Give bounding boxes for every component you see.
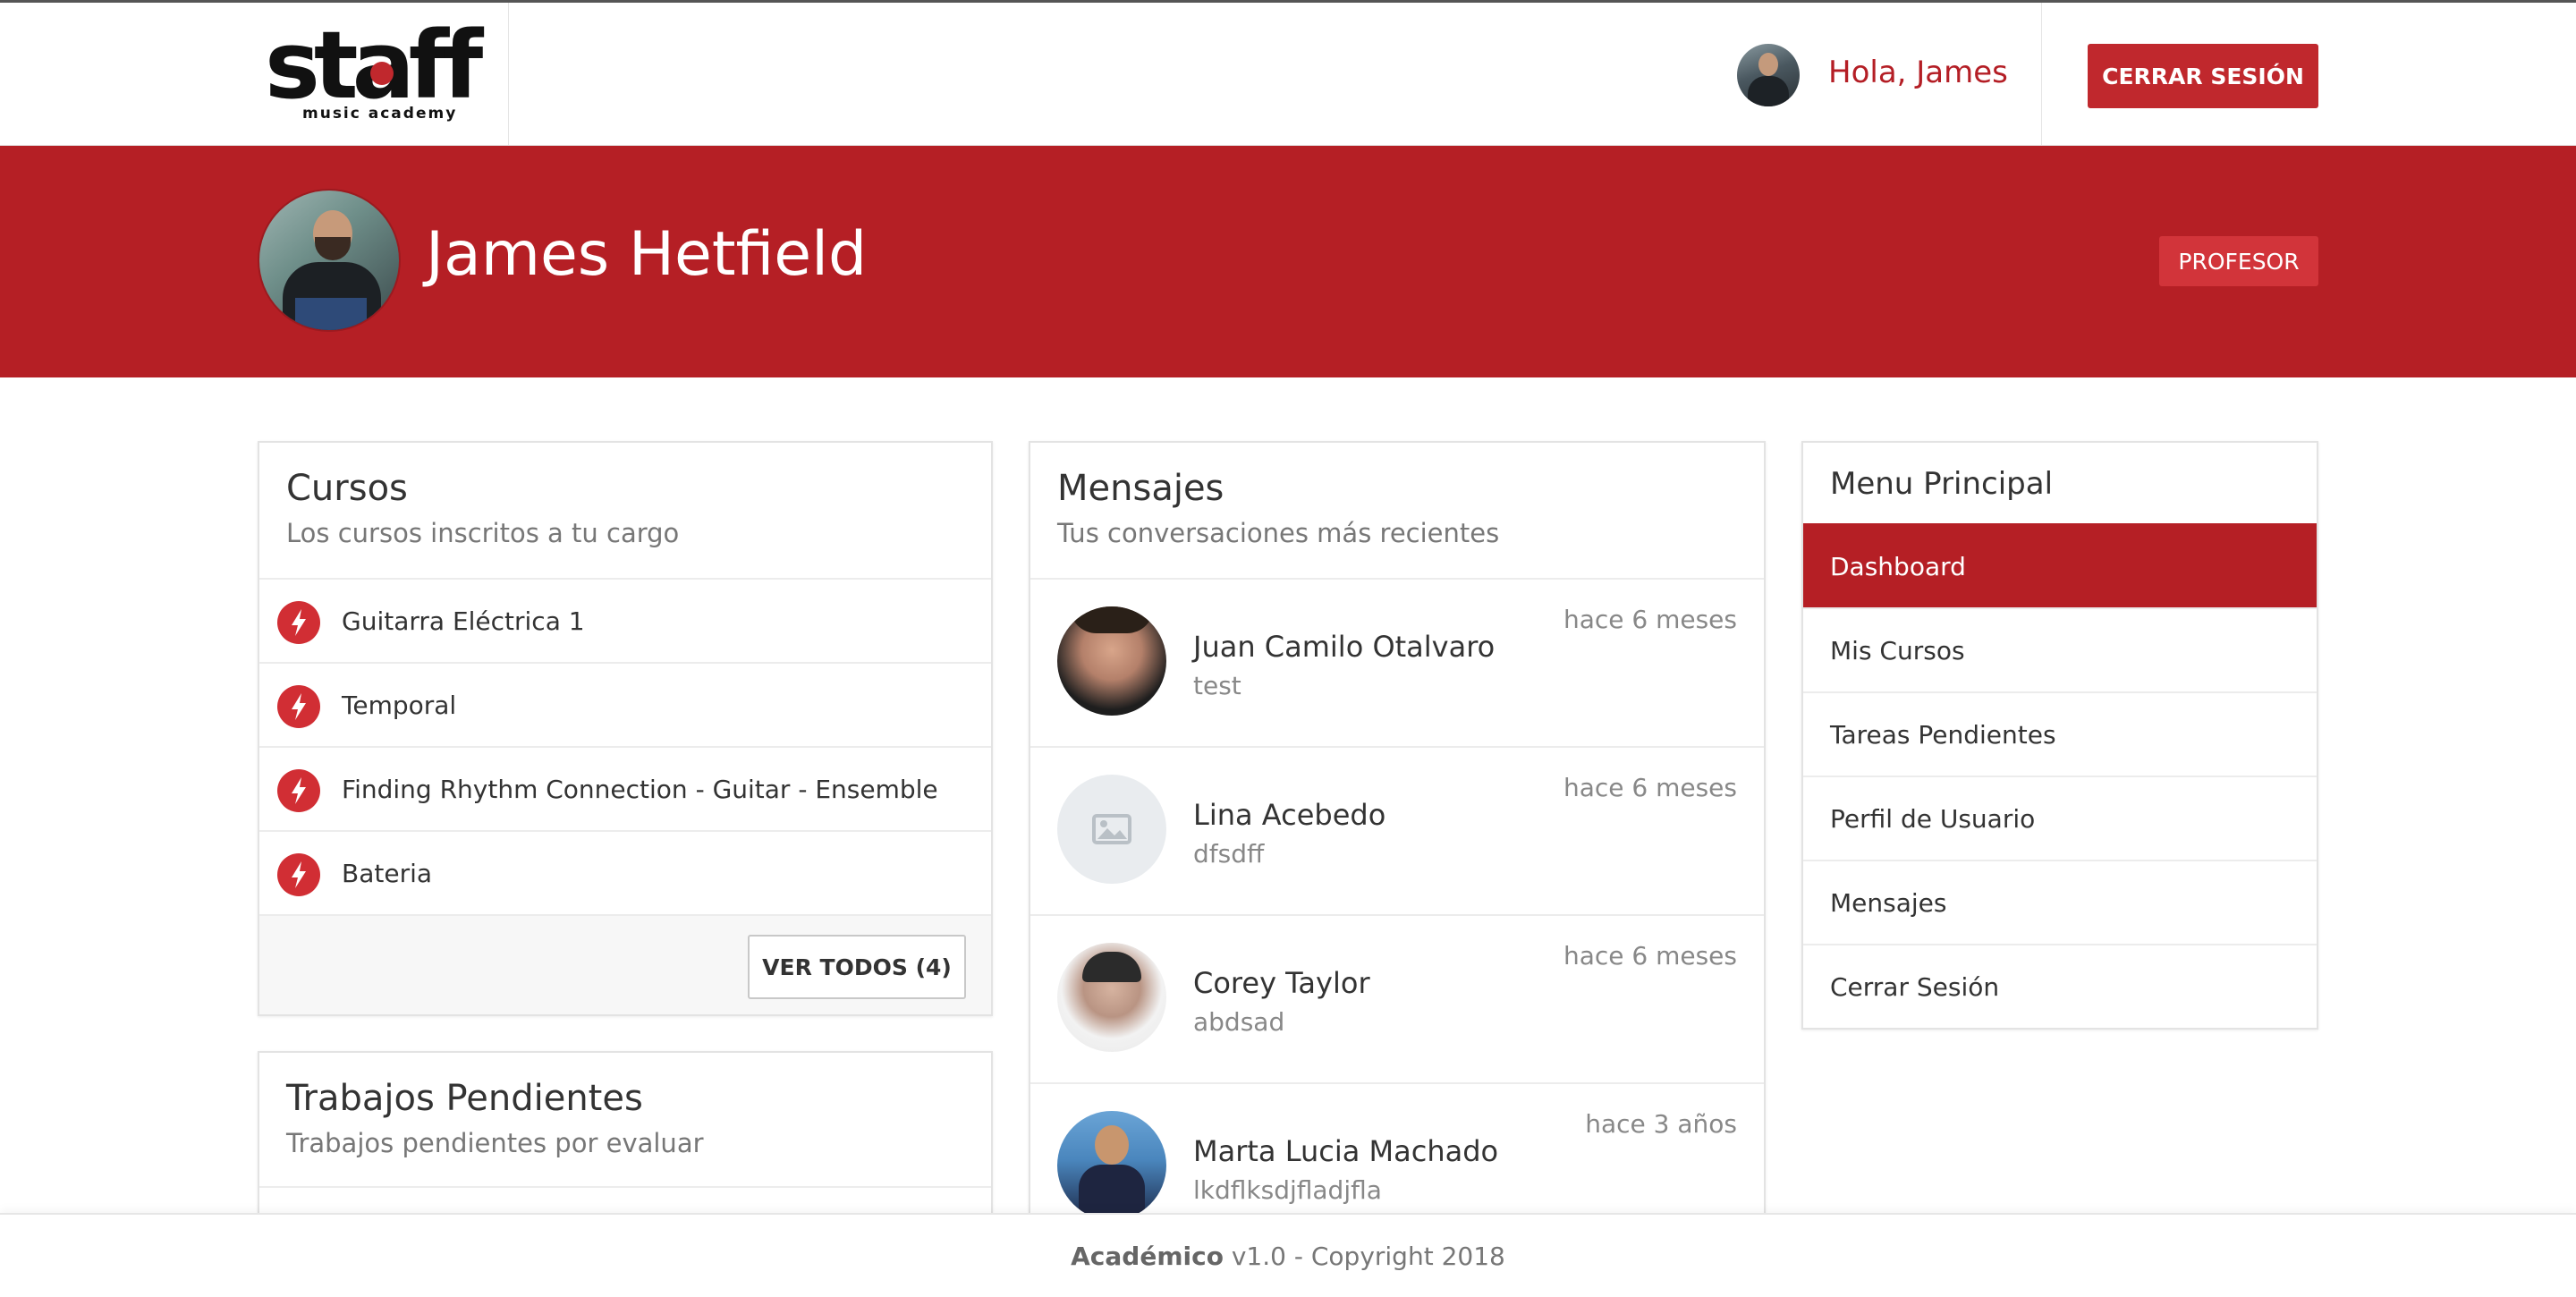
navbar-divider [508, 3, 509, 148]
message-time: hace 6 meses [1563, 773, 1737, 802]
bolt-icon [277, 685, 320, 728]
logo-subtext: music academy [302, 105, 458, 123]
profile-name: James Hetfield [426, 219, 868, 290]
message-time: hace 3 años [1585, 1109, 1737, 1139]
page-footer: Académico v1.0 - Copyright 2018 [0, 1213, 2576, 1297]
message-preview: dfsdff [1193, 839, 1265, 869]
message-sender: Corey Taylor [1193, 966, 1370, 1000]
course-label: Temporal [342, 691, 457, 720]
profile-photo [258, 189, 401, 332]
navbar-divider [2041, 3, 2042, 148]
pending-work-subtitle: Trabajos pendientes por evaluar [286, 1128, 704, 1158]
message-preview: lkdflksdjfladjfla [1193, 1175, 1382, 1205]
divider [259, 1186, 991, 1188]
image-placeholder-icon [1057, 775, 1166, 884]
message-item[interactable]: Marta Lucia Machado lkdflksdjfladjfla ha… [1030, 1082, 1764, 1226]
message-item[interactable]: Lina Acebedo dfsdff hace 6 meses [1030, 746, 1764, 914]
logo-dot-icon [370, 62, 394, 85]
avatar [1057, 943, 1166, 1052]
courses-subtitle: Los cursos inscritos a tu cargo [286, 518, 680, 548]
message-sender: Juan Camilo Otalvaro [1193, 630, 1496, 664]
courses-footer: VER TODOS (4) [259, 914, 991, 1014]
footer-brand: Académico [1071, 1241, 1224, 1271]
messages-panel: Mensajes Tus conversaciones más reciente… [1029, 441, 1766, 1228]
footer-copyright: v1.0 - Copyright 2018 [1223, 1241, 1505, 1271]
main-menu-panel: Menu Principal Dashboard Mis Cursos Tare… [1801, 441, 2318, 1030]
message-time: hace 6 meses [1563, 605, 1737, 634]
pending-work-title: Trabajos Pendientes [286, 1078, 643, 1119]
message-sender: Marta Lucia Machado [1193, 1134, 1499, 1168]
message-item[interactable]: Corey Taylor abdsad hace 6 meses [1030, 914, 1764, 1082]
logo-text: staff [265, 11, 483, 120]
course-label: Guitarra Eléctrica 1 [342, 606, 585, 636]
message-preview: abdsad [1193, 1007, 1285, 1037]
course-label: Bateria [342, 859, 433, 888]
main-menu-title: Menu Principal [1830, 466, 2054, 502]
bolt-icon [277, 601, 320, 644]
top-navbar: staff music academy Hola, James CERRAR S… [0, 0, 2576, 148]
user-avatar[interactable] [1737, 44, 1800, 106]
avatar [1057, 606, 1166, 716]
menu-item-messages[interactable]: Mensajes [1803, 860, 2317, 944]
messages-title: Mensajes [1057, 468, 1224, 509]
message-item[interactable]: Juan Camilo Otalvaro test hace 6 meses [1030, 578, 1764, 746]
role-badge: PROFESOR [2159, 236, 2318, 286]
message-sender: Lina Acebedo [1193, 798, 1386, 832]
course-label: Finding Rhythm Connection - Guitar - Ens… [342, 775, 938, 804]
menu-item-logout[interactable]: Cerrar Sesión [1803, 944, 2317, 1028]
course-item[interactable]: Bateria [259, 830, 991, 914]
user-greeting[interactable]: Hola, James [1828, 55, 2008, 90]
messages-subtitle: Tus conversaciones más recientes [1057, 518, 1500, 548]
courses-title: Cursos [286, 468, 408, 509]
bolt-icon [277, 853, 320, 896]
course-item[interactable]: Guitarra Eléctrica 1 [259, 578, 991, 662]
course-item[interactable]: Finding Rhythm Connection - Guitar - Ens… [259, 746, 991, 830]
menu-item-user-profile[interactable]: Perfil de Usuario [1803, 776, 2317, 860]
course-item[interactable]: Temporal [259, 662, 991, 746]
logout-button[interactable]: CERRAR SESIÓN [2088, 44, 2318, 108]
menu-item-my-courses[interactable]: Mis Cursos [1803, 607, 2317, 691]
menu-item-dashboard[interactable]: Dashboard [1803, 523, 2317, 607]
view-all-courses-button[interactable]: VER TODOS (4) [748, 935, 966, 999]
staff-logo[interactable]: staff music academy [265, 19, 483, 124]
avatar [1057, 1111, 1166, 1220]
message-preview: test [1193, 671, 1241, 700]
profile-banner: James Hetfield PROFESOR [0, 146, 2576, 377]
menu-item-pending-tasks[interactable]: Tareas Pendientes [1803, 691, 2317, 776]
bolt-icon [277, 769, 320, 812]
message-time: hace 6 meses [1563, 941, 1737, 971]
courses-panel: Cursos Los cursos inscritos a tu cargo G… [258, 441, 993, 1016]
